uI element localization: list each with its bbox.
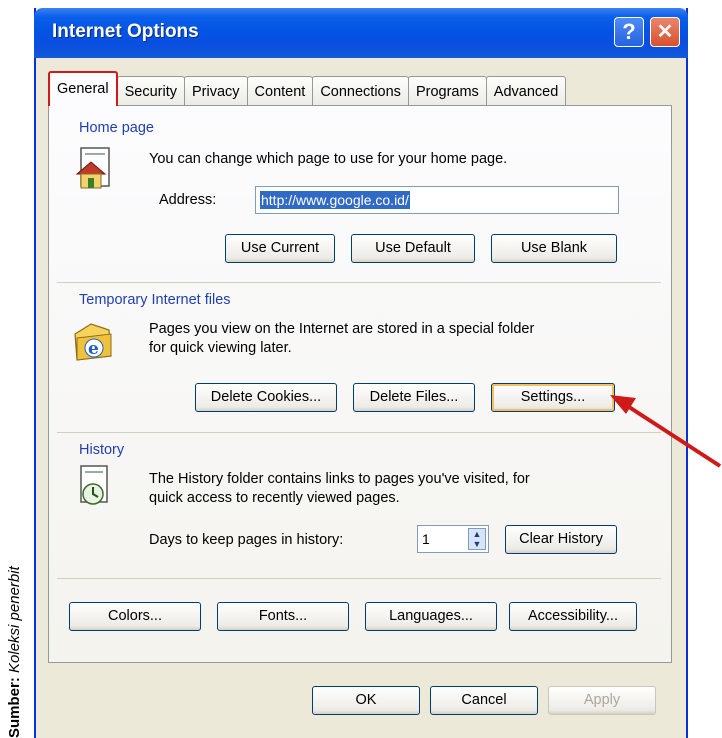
window-title: Internet Options — [52, 21, 199, 42]
home-page-description: You can change which page to use for you… — [149, 151, 508, 167]
ie-folder-icon: e — [74, 323, 112, 361]
tab-connections[interactable]: Connections — [312, 76, 409, 106]
days-stepper[interactable]: 1 ▲ ▼ — [417, 525, 489, 553]
use-current-button[interactable]: Use Current — [225, 234, 335, 263]
separator-1 — [57, 282, 661, 283]
tab-content[interactable]: Content — [246, 76, 314, 106]
help-button[interactable]: ? — [614, 17, 644, 47]
cancel-button[interactable]: Cancel — [430, 686, 538, 715]
temp-files-group-label: Temporary Internet files — [79, 292, 231, 308]
address-label: Address: — [159, 192, 217, 208]
tab-security[interactable]: Security — [116, 76, 185, 106]
spin-arrows-icon[interactable]: ▲ ▼ — [468, 528, 486, 550]
image-caption: Sumber: Koleksi penerbit — [6, 566, 23, 738]
home-page-group-label: Home page — [79, 120, 154, 136]
use-blank-button[interactable]: Use Blank — [491, 234, 617, 263]
accessibility-button[interactable]: Accessibility... — [509, 602, 637, 631]
apply-button[interactable]: Apply — [548, 686, 656, 715]
separator-3 — [57, 578, 661, 579]
clear-history-button[interactable]: Clear History — [505, 525, 617, 554]
delete-cookies-button[interactable]: Delete Cookies... — [195, 383, 337, 412]
address-input[interactable]: http://www.google.co.id/ — [255, 186, 619, 214]
tab-privacy[interactable]: Privacy — [183, 76, 248, 106]
tab-advanced[interactable]: Advanced — [485, 76, 567, 106]
colors-button[interactable]: Colors... — [69, 602, 201, 631]
internet-options-dialog: Internet Options ? ✕ General Security Pr… — [34, 8, 688, 738]
languages-button[interactable]: Languages... — [365, 602, 497, 631]
separator-2 — [57, 432, 661, 433]
ok-button[interactable]: OK — [312, 686, 420, 715]
days-value: 1 — [422, 531, 430, 547]
home-page-icon — [75, 147, 110, 189]
history-description-line2: quick access to recently viewed pages. — [149, 490, 400, 506]
days-label: Days to keep pages in history: — [149, 532, 344, 548]
settings-button[interactable]: Settings... — [491, 383, 615, 412]
delete-files-button[interactable]: Delete Files... — [353, 383, 475, 412]
use-default-button[interactable]: Use Default — [351, 234, 475, 263]
general-tab-panel: Home page You can change which page to u… — [48, 105, 672, 663]
history-description-line1: The History folder contains links to pag… — [149, 471, 530, 487]
svg-text:e: e — [88, 339, 99, 359]
history-icon — [80, 465, 108, 505]
tab-bar: General Security Privacy Content Connect… — [48, 70, 567, 106]
address-value: http://www.google.co.id/ — [260, 191, 410, 209]
fonts-button[interactable]: Fonts... — [217, 602, 349, 631]
tab-general[interactable]: General — [48, 71, 118, 106]
tab-programs[interactable]: Programs — [407, 76, 487, 106]
close-button[interactable]: ✕ — [650, 17, 680, 47]
temp-files-description-line2: for quick viewing later. — [149, 340, 292, 356]
title-bar[interactable]: Internet Options ? ✕ — [34, 8, 688, 58]
history-group-label: History — [79, 442, 125, 458]
temp-files-description-line1: Pages you view on the Internet are store… — [149, 321, 535, 337]
